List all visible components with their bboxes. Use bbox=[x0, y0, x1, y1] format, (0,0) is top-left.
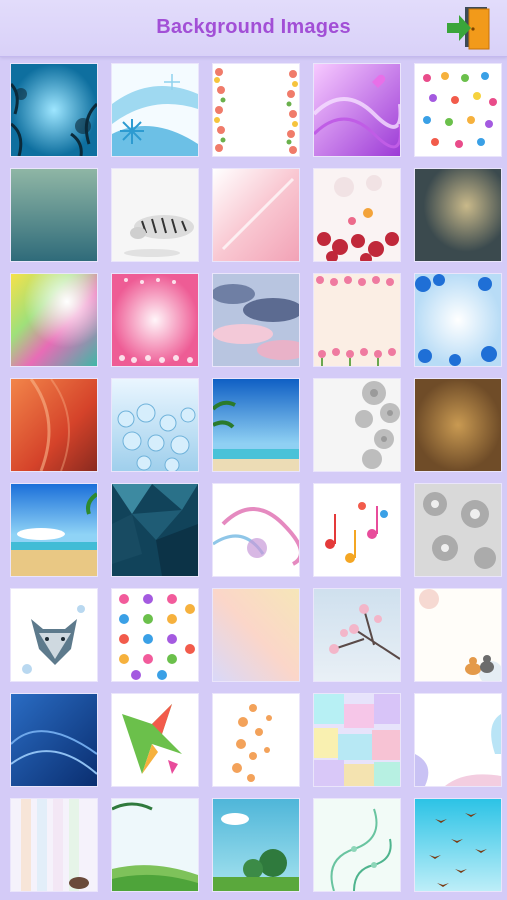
blue-trees-thumbnail[interactable] bbox=[11, 64, 97, 156]
pink-flowers-thumbnail[interactable] bbox=[314, 274, 400, 366]
exit-button[interactable] bbox=[443, 5, 495, 51]
music-notes-thumbnail[interactable] bbox=[314, 484, 400, 576]
dark-vintage-thumbnail[interactable] bbox=[415, 169, 501, 261]
blue-snowflake-thumbnail[interactable] bbox=[112, 64, 198, 156]
forest-sky-thumbnail[interactable] bbox=[213, 799, 299, 891]
background-grid bbox=[11, 64, 501, 891]
blue-roses-thumbnail[interactable] bbox=[415, 274, 501, 366]
wolf-watercolor-thumbnail[interactable] bbox=[11, 589, 97, 681]
pink-glow-thumbnail[interactable] bbox=[112, 274, 198, 366]
teal-gradient-thumbnail[interactable] bbox=[11, 169, 97, 261]
paw-prints-thumbnail[interactable] bbox=[112, 589, 198, 681]
brown-grunge-thumbnail[interactable] bbox=[415, 379, 501, 471]
dark-polygon-thumbnail[interactable] bbox=[112, 484, 198, 576]
pastel-mosaic-thumbnail[interactable] bbox=[314, 694, 400, 786]
orange-stars-thumbnail[interactable] bbox=[213, 694, 299, 786]
flower-border-thumbnail[interactable] bbox=[213, 64, 299, 156]
butterflies-thumbnail[interactable] bbox=[415, 64, 501, 156]
exit-door-icon bbox=[447, 7, 490, 50]
pastel-stripes-thumbnail[interactable] bbox=[11, 799, 97, 891]
pastel-gradient-thumbnail[interactable] bbox=[213, 589, 299, 681]
white-tiger-thumbnail[interactable] bbox=[112, 169, 198, 261]
top-bar: Background Images bbox=[0, 0, 507, 57]
page-title: Background Images bbox=[156, 16, 351, 38]
orange-silk-thumbnail[interactable] bbox=[11, 379, 97, 471]
tropical-beach-thumbnail[interactable] bbox=[213, 379, 299, 471]
pink-feather-thumbnail[interactable] bbox=[213, 169, 299, 261]
pastel-frame-thumbnail[interactable] bbox=[415, 694, 501, 786]
beach-palm-thumbnail[interactable] bbox=[11, 484, 97, 576]
cat-watercolor-thumbnail[interactable] bbox=[415, 589, 501, 681]
cloudy-sky-thumbnail[interactable] bbox=[213, 274, 299, 366]
rainbow-light-thumbnail[interactable] bbox=[11, 274, 97, 366]
grass-hills-thumbnail[interactable] bbox=[112, 799, 198, 891]
cherry-blossom-thumbnail[interactable] bbox=[314, 589, 400, 681]
swallows-sky-thumbnail[interactable] bbox=[415, 799, 501, 891]
green-swirls-thumbnail[interactable] bbox=[314, 799, 400, 891]
hummingbird-thumbnail[interactable] bbox=[112, 694, 198, 786]
grey-flowers-thumbnail[interactable] bbox=[314, 379, 400, 471]
grey-floral-thumbnail[interactable] bbox=[415, 484, 501, 576]
pink-swirl-thumbnail[interactable] bbox=[213, 484, 299, 576]
water-drops-thumbnail[interactable] bbox=[112, 379, 198, 471]
purple-hearts-thumbnail[interactable] bbox=[314, 64, 400, 156]
blue-waves-thumbnail[interactable] bbox=[11, 694, 97, 786]
red-roses-thumbnail[interactable] bbox=[314, 169, 400, 261]
